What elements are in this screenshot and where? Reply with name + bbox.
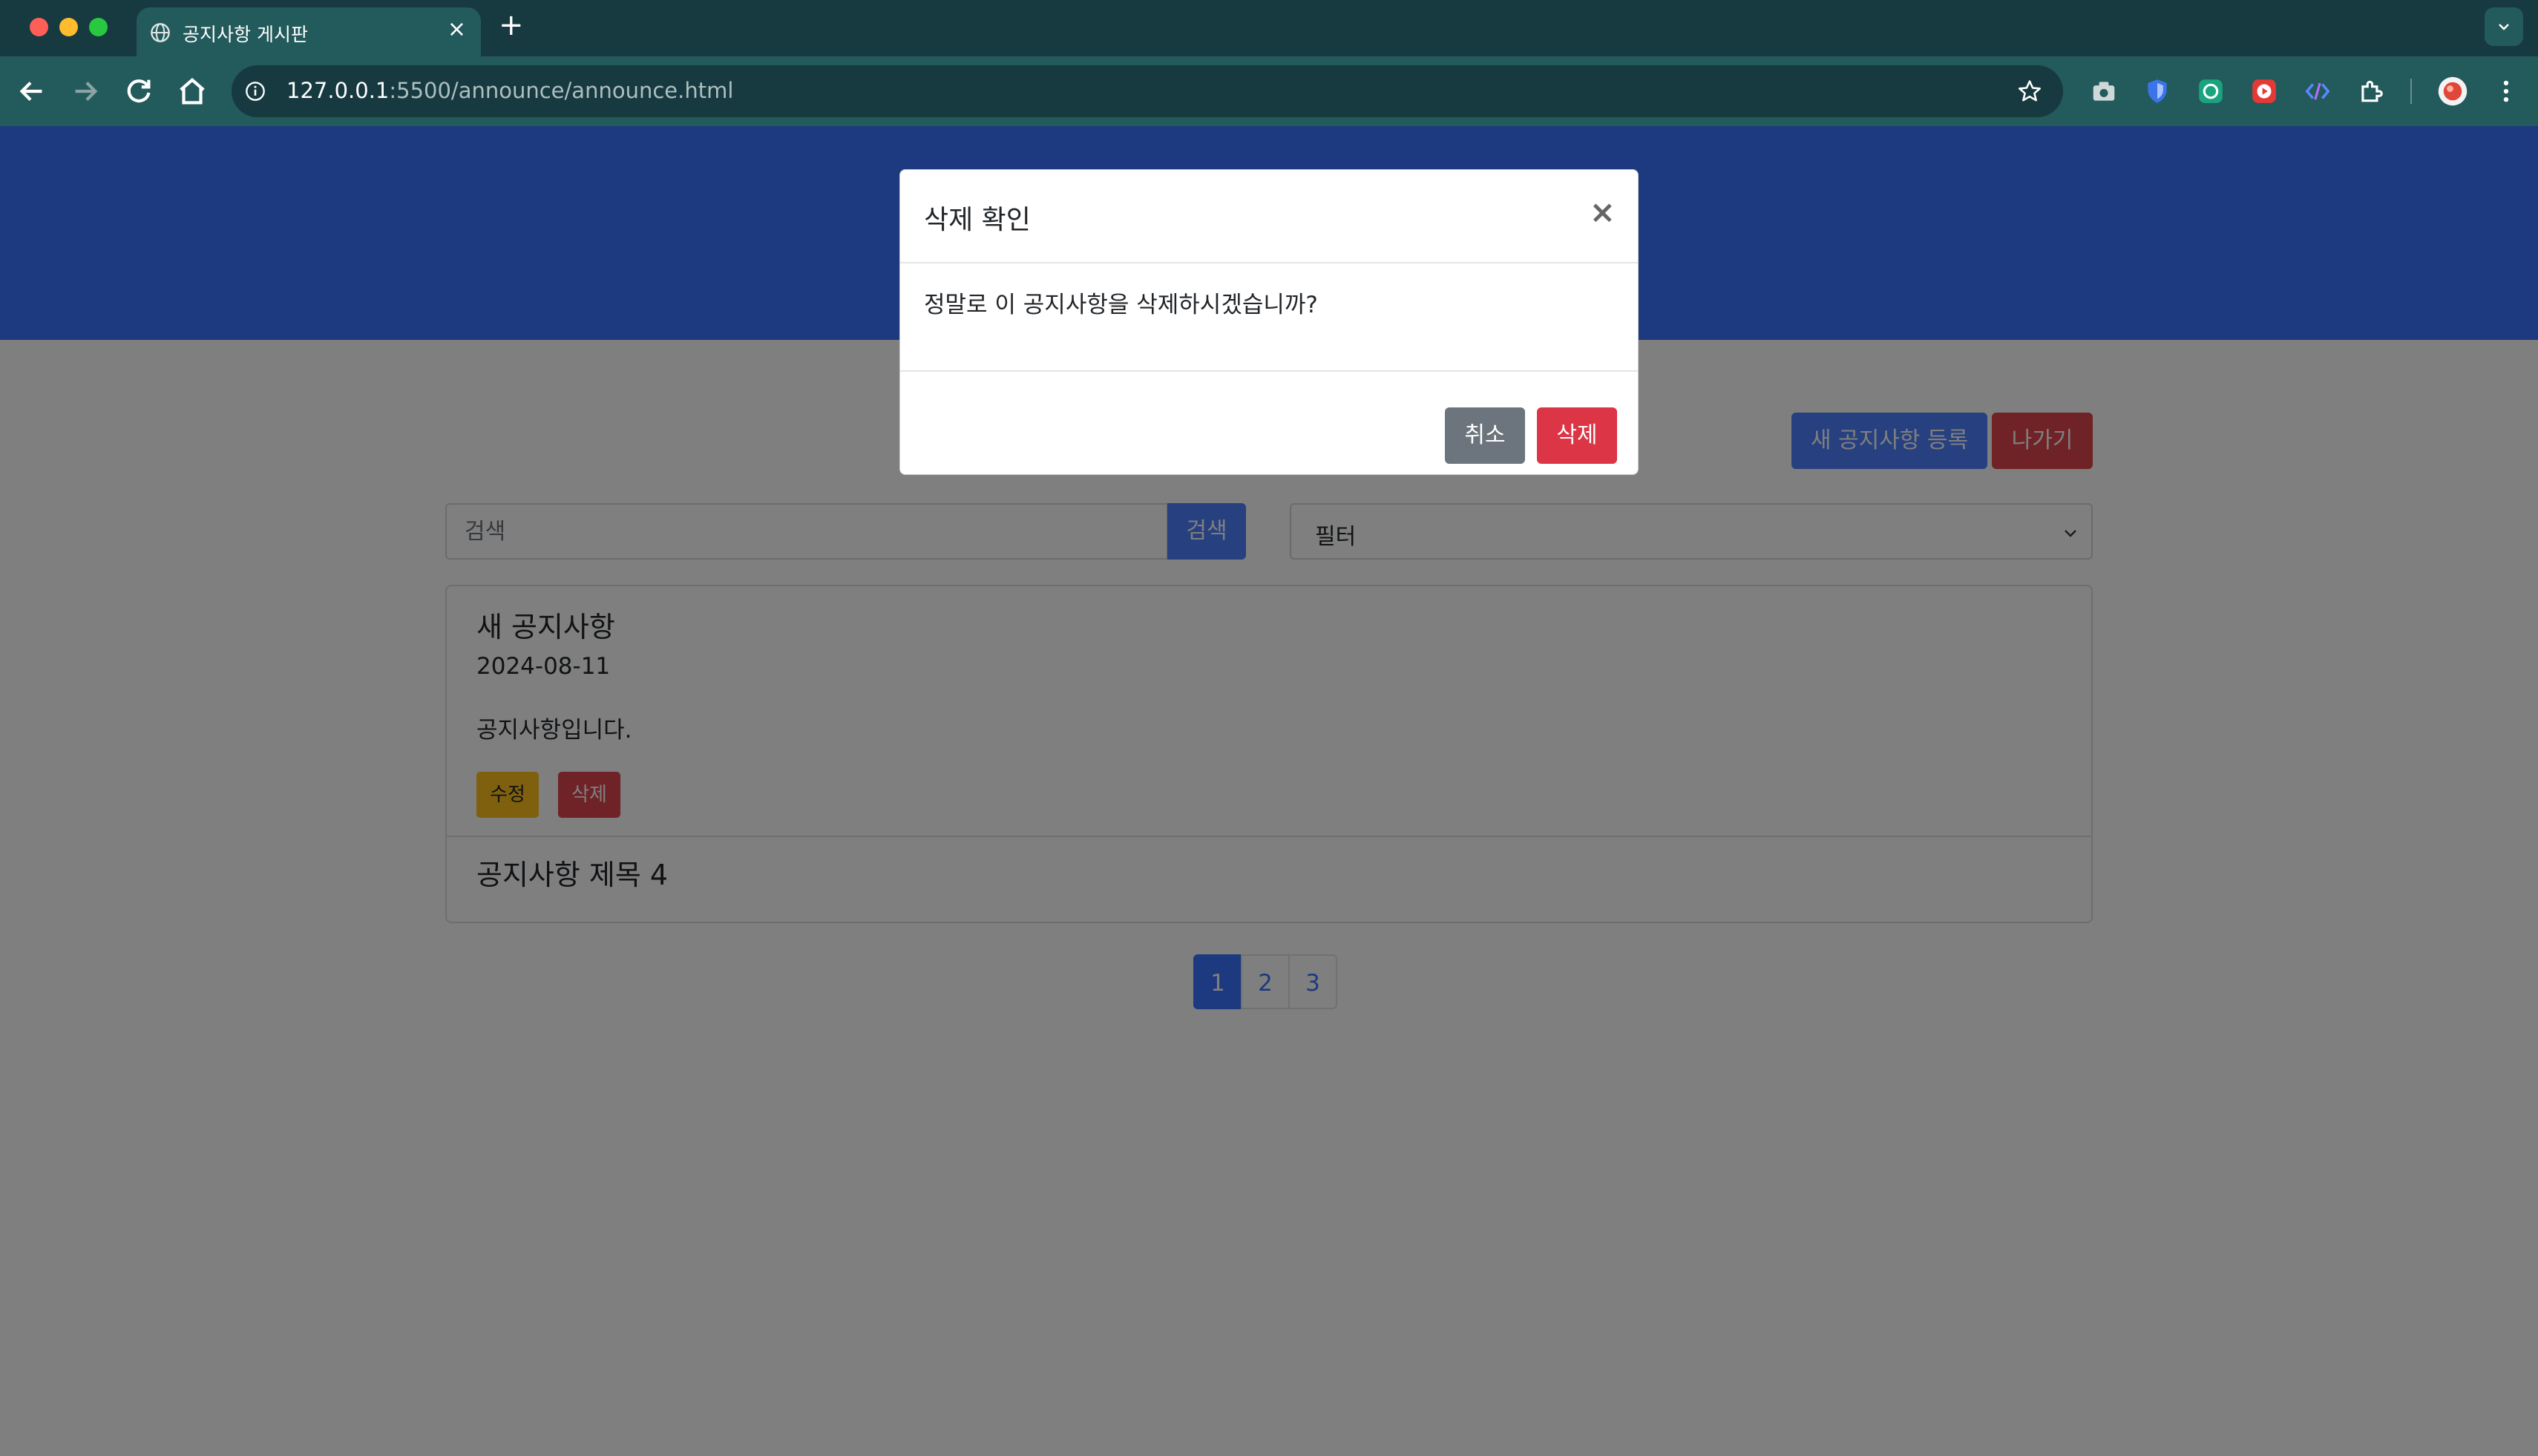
close-icon[interactable]: × <box>1590 197 1616 228</box>
kebab-menu-icon[interactable] <box>2492 77 2520 105</box>
video-extension-icon[interactable] <box>2250 77 2278 105</box>
modal-title: 삭제 확인 <box>924 205 1031 235</box>
browser-tab[interactable]: 공지사항 게시판 × <box>137 7 481 56</box>
puzzle-extension-icon[interactable] <box>2357 77 2385 105</box>
browser-tab-strip: 공지사항 게시판 × + <box>0 0 2538 56</box>
browser-toolbar: 127.0.0.1:5500/announce/announce.html <box>0 56 2538 126</box>
new-tab-icon[interactable]: + <box>499 10 524 40</box>
modal-body: 정말로 이 공지사항을 삭제하시겠습니까? <box>900 263 1638 372</box>
site-info-icon[interactable] <box>245 81 266 102</box>
tab-close-icon[interactable]: × <box>447 19 466 41</box>
reload-icon[interactable] <box>122 74 156 108</box>
back-icon[interactable] <box>15 74 49 108</box>
tab-title: 공지사항 게시판 <box>183 24 308 45</box>
camera-extension-icon[interactable] <box>2090 77 2118 105</box>
forward-icon[interactable] <box>68 74 102 108</box>
confirm-delete-button[interactable]: 삭제 <box>1537 407 1617 464</box>
profile-avatar[interactable] <box>2437 76 2468 107</box>
maximize-window-button[interactable] <box>89 18 108 36</box>
address-bar[interactable]: 127.0.0.1:5500/announce/announce.html <box>232 65 2063 117</box>
close-window-button[interactable] <box>30 18 48 36</box>
code-extension-icon[interactable] <box>2303 77 2332 105</box>
minimize-window-button[interactable] <box>59 18 78 36</box>
tab-search-button[interactable] <box>2485 7 2523 46</box>
chatgpt-extension-icon[interactable] <box>2197 77 2225 105</box>
home-icon[interactable] <box>175 74 209 108</box>
modal-header: 삭제 확인 × <box>900 170 1638 263</box>
modal-message: 정말로 이 공지사항을 삭제하시겠습니까? <box>924 292 1318 318</box>
cancel-button[interactable]: 취소 <box>1445 407 1525 464</box>
bookmark-star-icon[interactable] <box>2017 79 2042 104</box>
url-text: 127.0.0.1:5500/announce/announce.html <box>286 78 734 103</box>
shield-extension-icon[interactable] <box>2143 77 2171 105</box>
page-content: 새 공지사항 등록 나가기 검색 필터 새 공지사항 2024-08-11 공지… <box>0 126 2538 1456</box>
chevron-down-icon <box>2499 24 2509 30</box>
globe-icon <box>151 23 170 42</box>
toolbar-divider <box>2410 79 2412 104</box>
delete-confirm-modal: 삭제 확인 × 정말로 이 공지사항을 삭제하시겠습니까? 취소 삭제 <box>899 169 1639 475</box>
